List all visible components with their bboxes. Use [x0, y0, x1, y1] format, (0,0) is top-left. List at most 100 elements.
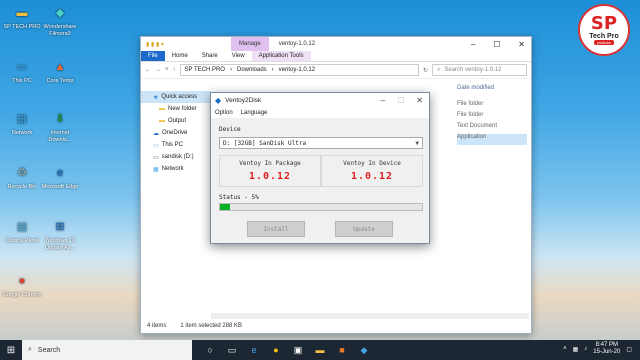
cortana-icon[interactable]: ○ [204, 345, 216, 355]
nav-item-icon: ★ [153, 94, 159, 101]
close-button[interactable]: ✕ [518, 40, 525, 49]
address-bar[interactable]: SP TECH PRO › Downloads › ventoy-1.0.12 [179, 64, 419, 76]
task-view-icon[interactable]: ▭ [226, 345, 238, 356]
device-select[interactable]: D: [32GB] SanDisk Ultra ▼ [219, 137, 423, 149]
package-version-label: Ventoy In Package [239, 160, 301, 167]
desktop-icon-control-panel[interactable]: ▤ Control Panel [2, 218, 42, 245]
clock[interactable]: 8:47 PM 15-Jun-20 [593, 342, 620, 356]
nav-item-output[interactable]: ▬ Output [141, 115, 211, 127]
forward-arrow-icon[interactable]: → [155, 67, 161, 73]
desktop-icon-chrome[interactable]: ● Google Chrome [2, 272, 42, 299]
device-version-label: Ventoy In Device [343, 160, 401, 167]
taskbar-search-box[interactable]: ⌕ Search [22, 340, 192, 360]
desktop-icon-label: Network [11, 130, 33, 136]
dialog-title-bar[interactable]: ◆ Ventoy2Disk – ☐ ✕ [211, 93, 429, 107]
nav-item-label: Quick access [161, 94, 198, 100]
ventoy-taskbar-icon[interactable]: ◆ [358, 345, 370, 356]
nav-item-network[interactable]: ▦ Network [141, 163, 211, 175]
maximize-button[interactable]: ☐ [493, 40, 500, 49]
nav-item-icon: ▭ [153, 154, 159, 161]
column-header-date-modified[interactable]: Date modified [457, 85, 494, 91]
file-type-cell[interactable]: File folder [457, 101, 527, 112]
update-button[interactable]: Update [335, 221, 393, 237]
chrome-taskbar-icon[interactable]: ● [270, 345, 282, 355]
desktop-icon-label: Google Chrome [2, 292, 42, 298]
edge-icon: e [56, 166, 64, 179]
desktop-icon-pc[interactable]: ▭ This PC [2, 58, 42, 85]
ribbon-tab-share[interactable]: Share [195, 51, 225, 61]
ribbon-tab-application-tools[interactable]: Application Tools [251, 51, 311, 61]
nav-item-new-folder[interactable]: ▬ New folder [141, 103, 211, 115]
dialog-maximize-button[interactable]: ☐ [397, 96, 404, 105]
desktop-icon-recycle[interactable]: ♻ Recycle Bin [2, 164, 42, 191]
desktop-icon-label: This PC [12, 78, 32, 84]
breadcrumb-ventoy[interactable]: ventoy-1.0.12 [279, 67, 315, 73]
window-title: ventoy-1.0.12 [278, 41, 316, 47]
recent-chevron-icon[interactable]: ˅ [165, 67, 169, 73]
desktop-icon-thermometer[interactable]: ▲ Core Temp [40, 58, 80, 85]
capture-taskbar-icon[interactable]: ■ [336, 345, 348, 355]
explorer-status-bar: 4 items 1 item selected 288 KB [141, 319, 531, 333]
ribbon-tab-home[interactable]: Home [165, 51, 195, 61]
desktop-icon-download[interactable]: ⬇ Internet Downlo... [40, 110, 80, 143]
ribbon-tab-view[interactable]: View [225, 51, 252, 61]
dialog-minimize-button[interactable]: – [381, 96, 385, 105]
dialog-title: Ventoy2Disk [225, 96, 262, 104]
file-type-cell[interactable]: Text Document [457, 123, 527, 134]
nav-item-icon: ☁ [153, 130, 159, 137]
desktop-icon-filmora[interactable]: ◆ Wondershare Filmora9 [40, 4, 80, 37]
nav-item-quick-access[interactable]: ★ Quick access [141, 91, 211, 103]
search-input[interactable]: ⌕ Search ventoy-1.0.12 [432, 64, 527, 76]
file-type-cell[interactable]: File folder [457, 112, 527, 123]
desktop-icon-edge[interactable]: e Microsoft Edge [40, 164, 80, 191]
nav-item-onedrive[interactable]: ☁ OneDrive [141, 127, 211, 139]
desktop-icon-label: Core Temp [46, 78, 74, 84]
desktop-icon-label: Internet Downlo... [48, 130, 72, 143]
network-tray-icon[interactable]: ▦ [573, 346, 579, 353]
notification-icon[interactable]: ▢ [626, 346, 632, 353]
explorer-title-bar[interactable]: ▮ ▮ ▮ ▾ Manage ventoy-1.0.12 – ☐ ✕ [141, 37, 531, 51]
dialog-close-button[interactable]: ✕ [416, 96, 423, 105]
quick-access-toolbar[interactable]: ▮ ▮ ▮ ▾ [141, 41, 231, 48]
menu-language[interactable]: Language [241, 110, 268, 116]
manage-tab[interactable]: Manage [231, 37, 269, 51]
tray-chevron-icon[interactable]: ˄ [563, 346, 567, 352]
desktop-icon-label: Recycle Bin [7, 184, 37, 190]
package-version-box: Ventoy In Package 1.0.12 [219, 155, 321, 187]
install-button[interactable]: Install [247, 221, 305, 237]
breadcrumb-downloads[interactable]: Downloads [237, 67, 267, 73]
nav-item-label: New folder [168, 106, 197, 112]
device-version-value: 1.0.12 [350, 171, 394, 182]
refresh-icon[interactable]: ↻ [423, 67, 428, 74]
volume-icon[interactable]: ♪ [584, 346, 587, 352]
nav-item-label: OneDrive [162, 130, 188, 136]
chevron-down-icon[interactable]: ▼ [415, 140, 419, 147]
nav-item-label: Network [161, 166, 184, 172]
desktop-icon-folder[interactable]: ▬ SP TECH PRO [2, 4, 42, 31]
control-panel-icon: ▤ [16, 220, 28, 233]
back-arrow-icon[interactable]: ← [145, 67, 151, 73]
breadcrumb-root[interactable]: SP TECH PRO [185, 67, 225, 73]
menu-option[interactable]: Option [215, 110, 233, 116]
folder-taskbar-icon[interactable]: ▬ [314, 345, 326, 355]
ventoy-app-icon: ◆ [215, 95, 222, 105]
windows-start-icon[interactable]: ⊞ [0, 345, 22, 356]
nav-item-icon: ▬ [159, 106, 165, 112]
nav-item-sandisk-d[interactable]: ▭ sandisk (D:) [141, 151, 211, 163]
device-version-box: Ventoy In Device 1.0.12 [321, 155, 423, 187]
nav-item-this-pc[interactable]: ▭ This PC [141, 139, 211, 151]
edge-taskbar-icon[interactable]: e [248, 345, 260, 355]
navigation-pane: ★ Quick access ▬ New folder ▬ Output ☁ OneDrive… [141, 91, 211, 309]
ribbon-tab-file[interactable]: File [141, 51, 165, 61]
selection-info: 1 item selected 288 KB [180, 323, 243, 329]
desktop-icon-windows[interactable]: ⊞ Windows 10 Update As... [40, 218, 80, 251]
nav-item-label: This PC [161, 142, 184, 148]
filmora-icon: ◆ [55, 6, 65, 19]
file-type-cell[interactable]: Application [457, 134, 527, 145]
up-arrow-icon[interactable]: ↑ [173, 67, 176, 73]
recycle-icon: ♻ [17, 166, 27, 179]
minimize-button[interactable]: – [471, 40, 475, 49]
desktop-icon-network[interactable]: ▦ Network [2, 110, 42, 137]
ventoy2disk-dialog: ◆ Ventoy2Disk – ☐ ✕ Option Language Devi… [210, 92, 430, 244]
store-taskbar-icon[interactable]: ▣ [292, 345, 304, 356]
